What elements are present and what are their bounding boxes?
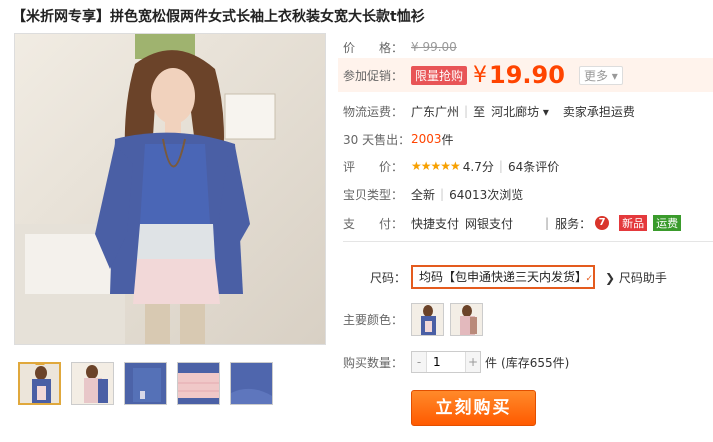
promo-price: 19.90 [489,61,565,89]
quantity-unit: 件 [485,355,498,370]
separator: | [498,159,503,173]
item-type-row: 宝贝类型： 全新 | 64013次浏览 [343,184,523,204]
color-option-blue[interactable] [411,302,444,336]
color-row: 主要颜色： [343,302,489,336]
payment-method-quick: 快捷支付 [411,216,460,231]
size-label: 尺码： [370,270,407,285]
sales-row: 30 天售出： 2003 件 [343,129,454,149]
shipping-insurance-badge: 运费 [653,215,682,231]
rating-row: 评 价： ★★★★★ 4.7分 | 64条评价 [343,156,559,176]
thumbnail-1[interactable] [18,362,61,405]
size-option-selected[interactable]: 均码【包申通快递三天内发货】 [411,265,596,289]
arrow-right-icon: ❯ [605,270,619,285]
quantity-input[interactable] [426,352,466,372]
product-title: 【米折网专享】拼色宽松假两件女式长袖上衣秋装女宽大长款t恤衫 [12,9,425,25]
promo-label: 参加促销： [343,68,404,83]
new-item-badge: 新品 [619,215,648,231]
quantity-stepper: - + [411,351,481,373]
sales-count: 2003 [411,132,442,146]
item-condition: 全新 [411,187,436,202]
promo-tag: 限量抢购 [411,65,468,85]
payment-label: 支 付： [343,216,404,231]
increase-button[interactable]: + [466,352,480,372]
shipping-row: 物流运费： 广东广州 | 至 河北廊坊 ▾ 卖家承担运费 [343,101,635,121]
thumbnail-2[interactable] [71,362,114,405]
original-price: ¥ 99.00 [411,40,457,54]
size-row: 尺码： 均码【包申通快递三天内发货】 ❯ 尺码助手 [370,264,667,290]
star-rating-icon: ★★★★★ [411,159,461,173]
ship-to-prefix: 至 [473,104,486,119]
ship-from: 广东广州 [411,104,460,119]
ship-to-dropdown[interactable]: 河北廊坊 ▾ [491,103,549,120]
model-photo-illustration [15,34,325,344]
color-swatch-image [451,303,482,335]
rating-label: 评 价： [343,159,404,174]
divider [343,241,713,242]
buy-now-button[interactable]: 立刻购买 [411,390,536,426]
thumbnail-4[interactable] [177,362,220,405]
color-swatch-image [412,303,443,335]
size-helper-label: 尺码助手 [618,270,667,285]
thumbnail-image [72,363,113,404]
thumbnail-strip [18,362,273,405]
review-count-link[interactable]: 64条评价 [508,158,559,175]
thumbnail-3[interactable] [124,362,167,405]
stock-count: (库存655件) [501,355,570,370]
thumbnail-image [20,364,59,403]
price-label: 价 格： [343,40,404,55]
seven-day-return-icon: 7 [595,216,610,230]
sales-label: 30 天售出： [343,132,411,147]
shipping-fee: 卖家承担运费 [562,104,635,119]
separator: | [464,104,469,118]
separator: | [440,187,445,201]
currency-symbol: ¥ [473,62,488,88]
quantity-label: 购买数量： [343,355,404,370]
item-type-label: 宝贝类型： [343,187,404,202]
decrease-button[interactable]: - [412,352,426,372]
thumbnail-image [231,363,272,404]
shipping-label: 物流运费： [343,104,404,119]
service-label: 服务： [555,216,592,231]
separator: | [545,216,550,230]
more-promos-button[interactable]: 更多 ▾ [578,65,623,85]
sales-unit: 件 [441,132,454,147]
color-label: 主要颜色： [343,312,404,327]
main-product-image[interactable] [14,33,326,345]
payment-method-bank: 网银支付 [465,216,514,231]
thumbnail-image [178,363,219,404]
quantity-row: 购买数量： - + 件 (库存655件) [343,350,569,374]
price-row: 价 格： ¥ 99.00 [343,37,457,57]
promo-row: 参加促销： 限量抢购 ¥ 19.90 更多 ▾ [343,61,623,89]
view-count: 64013次浏览 [449,187,524,202]
rating-score: 4.7分 [462,159,494,174]
color-option-pink[interactable] [450,302,483,336]
size-helper-link[interactable]: ❯ 尺码助手 [605,269,667,286]
thumbnail-image [125,363,166,404]
thumbnail-5[interactable] [230,362,273,405]
payment-row: 支 付： 快捷支付 网银支付 | 服务： 7 新品 运费 [343,213,682,233]
